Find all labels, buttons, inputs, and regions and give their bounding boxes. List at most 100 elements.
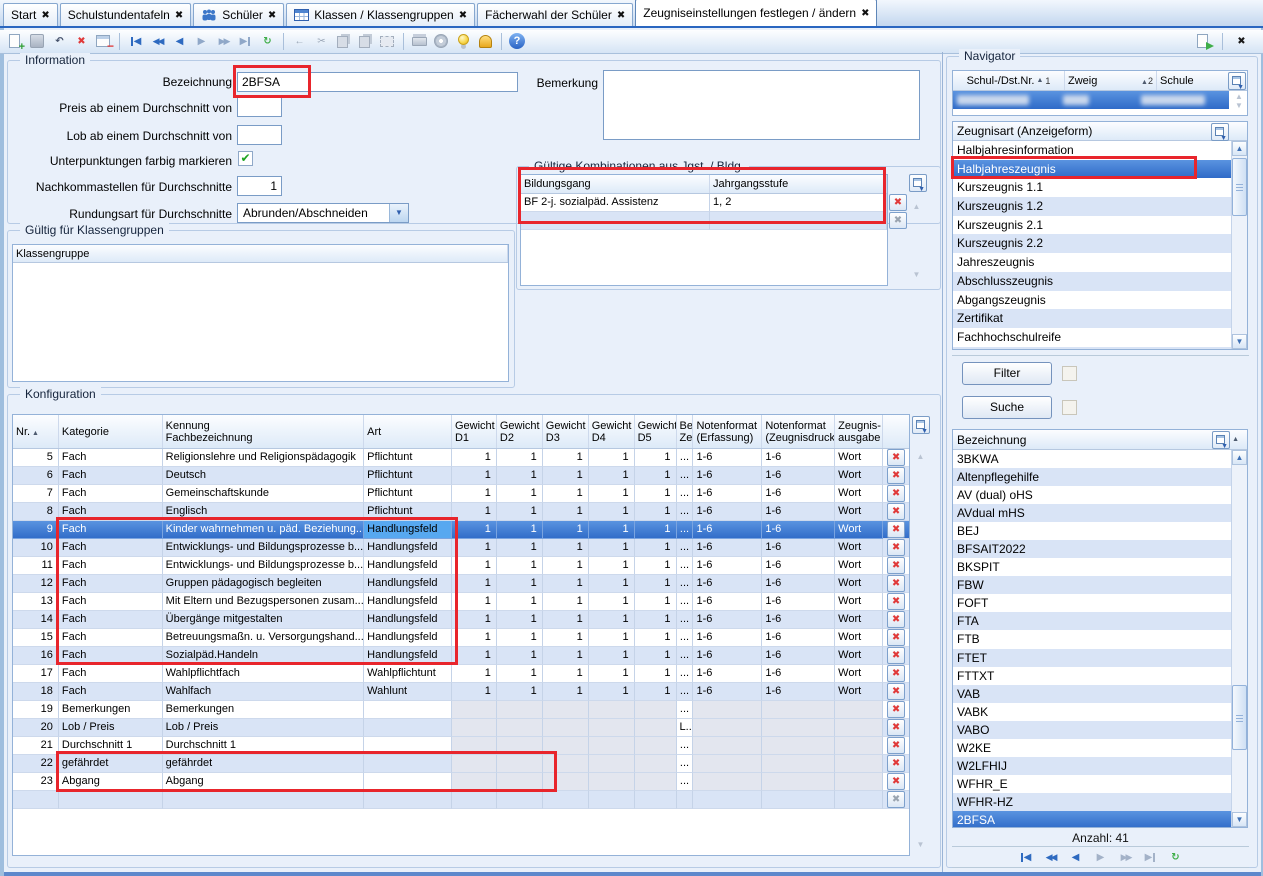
gewicht-d5-cell[interactable] [635,755,677,773]
unterpunktungen-checkbox[interactable]: ✔ [238,151,253,166]
bezeichnung-scrollbar[interactable]: ▲ ▼ [1231,450,1247,827]
gewicht-d4-cell[interactable]: 1 [589,665,635,683]
bezeichnung-zeugnis-cell[interactable]: ... [677,557,694,575]
column-chooser-icon[interactable]: ▼ [1211,123,1229,141]
bezeichnung-item[interactable]: VABO [953,721,1231,739]
notenformat-erfassung-cell[interactable]: 1-6 [693,467,762,485]
bezeichnung-zeugnis-cell[interactable]: ... [677,485,694,503]
gewicht-d5-cell[interactable] [635,773,677,791]
gewicht-d1-cell[interactable]: 1 [452,467,497,485]
column-header-nfd[interactable]: Notenformat(Zeugnisdruck) [762,415,835,448]
kennung-cell[interactable]: Sozialpäd.Handeln [163,647,365,665]
art-cell[interactable]: Handlungsfeld [364,575,452,593]
gewicht-d1-cell[interactable]: 1 [452,647,497,665]
art-cell[interactable] [364,773,452,791]
notenformat-erfassung-cell[interactable]: 1-6 [693,449,762,467]
scroll-up-icon[interactable]: ▲ [1232,450,1247,465]
gewicht-d3-cell[interactable]: 1 [543,683,589,701]
scroll-down-icon[interactable]: ▼ [913,838,928,852]
column-chooser-icon[interactable]: ▼ [1212,431,1230,449]
bezeichnung-item[interactable]: FTB [953,630,1231,648]
gewicht-d4-cell[interactable]: 1 [589,503,635,521]
notenformat-erfassung-cell[interactable] [693,773,762,791]
delete-row-icon-disabled[interactable]: ✖ [887,791,905,808]
delete-row-icon[interactable]: ✖ [889,194,907,211]
pager-first-icon[interactable]: ◀ [1017,849,1035,865]
konfiguration-row[interactable]: 16FachSozialpäd.HandelnHandlungsfeld1111… [13,647,909,665]
gewicht-d5-cell[interactable]: 1 [635,503,677,521]
bezeichnung-zeugnis-cell[interactable]: ... [677,737,694,755]
zeugnisart-list-header[interactable]: Zeugnisart (Anzeigeform) ▼ [953,122,1247,141]
pager-fast-back-icon[interactable]: ◀◀ [1042,849,1060,865]
gewicht-d4-cell[interactable] [589,719,635,737]
gewicht-d1-cell[interactable]: 1 [452,683,497,701]
art-cell[interactable] [364,755,452,773]
kategorie-cell[interactable]: Fach [59,539,163,557]
notenformat-zeugnisdruck-cell[interactable] [762,701,835,719]
bezeichnung-zeugnis-cell[interactable]: ... [677,521,694,539]
notenformat-zeugnisdruck-cell[interactable]: 1-6 [762,611,835,629]
delete-row-icon[interactable]: ✖ [887,449,905,466]
filter-button[interactable]: Filter [962,362,1052,385]
bezeichnung-zeugnis-cell[interactable]: ... [677,593,694,611]
kennung-cell[interactable]: Abgang [163,773,365,791]
gewicht-d2-cell[interactable]: 1 [497,503,543,521]
gewicht-d3-cell[interactable]: 1 [543,593,589,611]
delete-row-icon[interactable]: ✖ [887,593,905,610]
gewicht-d3-cell[interactable] [543,701,589,719]
bez-cell[interactable] [677,791,694,809]
zeugnisart-item[interactable]: Abschlusszeugnis [953,272,1231,291]
kennung-cell[interactable]: Durchschnitt 1 [163,737,365,755]
bezeichnung-item[interactable]: AV (dual) oHS [953,486,1231,504]
gewicht-d2-cell[interactable]: 1 [497,665,543,683]
nr-cell[interactable]: 18 [13,683,59,701]
save-icon[interactable] [27,31,48,52]
gewicht-d4-cell[interactable]: 1 [589,467,635,485]
bezeichnung-item[interactable]: FTA [953,612,1231,630]
gewicht-d2-cell[interactable]: 1 [497,647,543,665]
zeugnisausgabe-cell[interactable]: Wort [835,539,883,557]
g0-cell[interactable] [452,791,497,809]
art-cell[interactable]: Pflichtunt [364,467,452,485]
column-header-kategorie[interactable]: Kategorie [59,415,163,448]
delete-row-icon[interactable]: ✖ [887,665,905,682]
splitter[interactable] [942,52,943,872]
delete-row-icon[interactable]: ✖ [887,611,905,628]
scrollbar-thumb[interactable] [1232,158,1247,216]
gewicht-d2-cell[interactable]: 1 [497,683,543,701]
notenformat-zeugnisdruck-cell[interactable] [762,719,835,737]
gewicht-d5-cell[interactable]: 1 [635,611,677,629]
pager-forward-icon[interactable]: ▶ [1092,849,1110,865]
notenformat-erfassung-cell[interactable]: 1-6 [693,485,762,503]
suche-button[interactable]: Suche [962,396,1052,419]
konfiguration-row[interactable]: 11FachEntwicklungs- und Bildungsprozesse… [13,557,909,575]
bezeichnung-item[interactable]: FTET [953,649,1231,667]
konfiguration-row-empty[interactable]: ✖ [13,791,909,809]
tab-close-icon[interactable]: ✖ [41,10,49,21]
nav-first-icon[interactable]: ◀ [125,31,146,52]
kennung-cell[interactable]: Gemeinschaftskunde [163,485,365,503]
gewicht-d4-cell[interactable]: 1 [589,611,635,629]
gewicht-d3-cell[interactable]: 1 [543,467,589,485]
nr-cell[interactable]: 6 [13,467,59,485]
bezeichnung-item[interactable]: FOFT [953,594,1231,612]
art-cell[interactable]: Handlungsfeld [364,539,452,557]
gewicht-d4-cell[interactable]: 1 [589,575,635,593]
bezeichnung-zeugnis-cell[interactable]: ... [677,683,694,701]
gewicht-d4-cell[interactable] [589,755,635,773]
gewicht-d5-cell[interactable]: 1 [635,485,677,503]
gewicht-d1-cell[interactable]: 1 [452,629,497,647]
nr-cell[interactable]: 21 [13,737,59,755]
nachkommastellen-input[interactable] [237,176,282,196]
kategorie-cell[interactable]: Fach [59,611,163,629]
art-cell[interactable]: Handlungsfeld [364,629,452,647]
zeugnisart-item[interactable]: Zertifikat [953,309,1231,328]
gewicht-d1-cell[interactable] [452,737,497,755]
kategorie-cell[interactable]: Fach [59,557,163,575]
delete-row-icon[interactable]: ✖ [887,683,905,700]
gewicht-d2-cell[interactable]: 1 [497,593,543,611]
cut-icon[interactable]: ✂ [311,31,332,52]
gewicht-d5-cell[interactable] [635,719,677,737]
bemerkung-textarea[interactable] [603,70,920,140]
delete-row-icon[interactable]: ✖ [887,737,905,754]
